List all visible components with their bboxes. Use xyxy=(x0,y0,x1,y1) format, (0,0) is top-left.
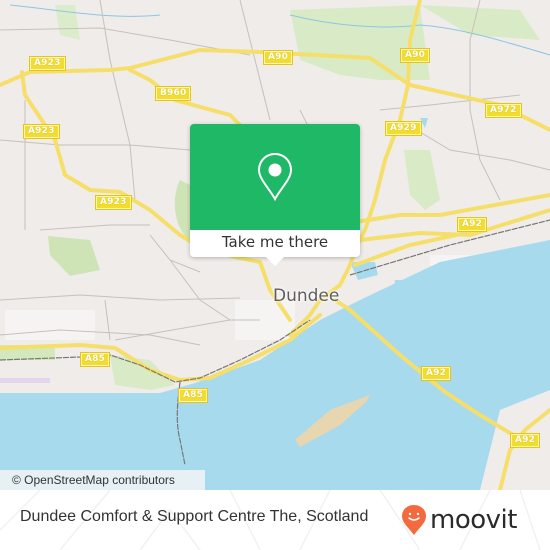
popup-pointer xyxy=(266,257,284,266)
moovit-pin-icon xyxy=(402,505,426,535)
moovit-logo[interactable]: moovit xyxy=(400,503,540,537)
map[interactable]: A923 A923 A923 B960 A90 A90 A972 A929 A9… xyxy=(0,0,550,490)
road-label-a92: A92 xyxy=(420,366,452,381)
road-label-a929: A929 xyxy=(385,121,422,136)
city-label: Dundee xyxy=(273,286,340,306)
place-title: Dundee Comfort & Support Centre The, Sco… xyxy=(20,508,369,525)
map-attribution[interactable]: © OpenStreetMap contributors xyxy=(0,470,205,490)
landuse-strip xyxy=(0,378,50,383)
road-label-a90: A90 xyxy=(399,48,431,63)
road-label-a92: A92 xyxy=(509,433,541,448)
road-label-a923: A923 xyxy=(29,56,66,71)
road-label-a923: A923 xyxy=(95,195,132,210)
take-me-there-button[interactable]: Take me there xyxy=(190,230,360,257)
road-label-a85: A85 xyxy=(79,352,111,367)
popup-header xyxy=(190,124,360,230)
footer: Dundee Comfort & Support Centre The, Sco… xyxy=(0,490,550,550)
moovit-wordmark: moovit xyxy=(430,505,517,535)
road-label-a85: A85 xyxy=(177,388,209,403)
location-popup: Take me there xyxy=(190,124,360,266)
road-label-a90: A90 xyxy=(262,50,294,65)
road-label-a923: A923 xyxy=(23,124,60,139)
road-label-a972: A972 xyxy=(485,103,522,118)
road-label-a92: A92 xyxy=(456,217,488,232)
road-label-b960: B960 xyxy=(154,86,192,101)
